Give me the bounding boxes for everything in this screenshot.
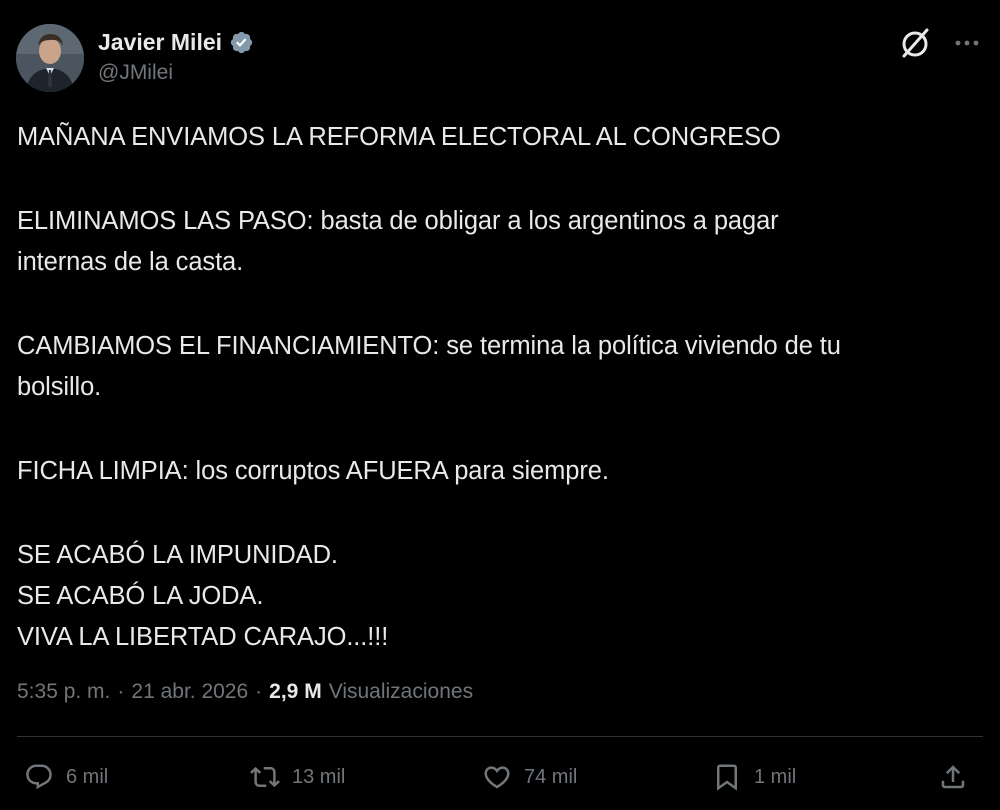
bookmark-icon [717,764,737,791]
share-icon [941,765,965,789]
reply-button[interactable]: 6 mil [24,752,108,802]
tweet-date[interactable]: 21 abr. 2026 [131,680,248,704]
tweet-time[interactable]: 5:35 p. m. [17,680,110,704]
reply-icon [26,764,52,790]
tweet-meta: 5:35 p. m. · 21 abr. 2026 · 2,9 M Visual… [17,674,473,710]
tweet-line: SE ACABÓ LA JODA. [17,582,264,610]
meta-separator: · [117,680,125,703]
tweet-line: internas de la casta. [17,248,244,276]
grok-icon[interactable] [898,26,932,60]
views-label[interactable]: Visualizaciones [329,680,473,704]
tweet-line: SE ACABÓ LA IMPUNIDAD. [17,541,338,569]
avatar[interactable] [16,24,84,92]
name-row: Javier Milei [98,26,254,58]
bookmark-count: 1 mil [754,765,797,788]
repost-button[interactable]: 13 mil [250,752,345,802]
tweet-header: Javier Milei @JMilei [16,24,984,96]
tweet-line: VIVA LA LIBERTAD CARAJO...!!! [17,623,389,651]
tweet-line: CAMBIAMOS EL FINANCIAMIENTO: se termina … [17,332,841,360]
bookmark-button[interactable]: 1 mil [712,752,796,802]
like-button[interactable]: 74 mil [482,752,577,802]
share-button[interactable] [938,752,968,802]
meta-separator: · [255,680,263,703]
tweet-text: MAÑANA ENVIAMOS LA REFORMA ELECTORAL AL … [17,117,977,658]
tweet-line: MAÑANA ENVIAMOS LA REFORMA ELECTORAL AL … [17,123,781,151]
more-icon[interactable] [952,28,982,58]
views-count[interactable]: 2,9 M [269,680,322,704]
verified-badge-icon[interactable] [229,30,254,55]
tweet-line: FICHA LIMPIA: los corruptos AFUERA para … [17,457,609,485]
reply-count: 6 mil [66,765,109,788]
divider [17,736,983,737]
tweet-line: bolsillo. [17,373,102,401]
like-icon [484,766,510,789]
action-bar: 6 mil 13 mil 74 mil 1 mil [0,752,1000,802]
repost-icon [250,766,280,788]
author-handle[interactable]: @JMilei [98,61,254,85]
author-name[interactable]: Javier Milei [98,29,222,56]
repost-count: 13 mil [292,765,346,788]
author-block: Javier Milei @JMilei [98,26,254,85]
like-count: 74 mil [524,765,578,788]
tweet-line: ELIMINAMOS LAS PASO: basta de obligar a … [17,207,779,235]
